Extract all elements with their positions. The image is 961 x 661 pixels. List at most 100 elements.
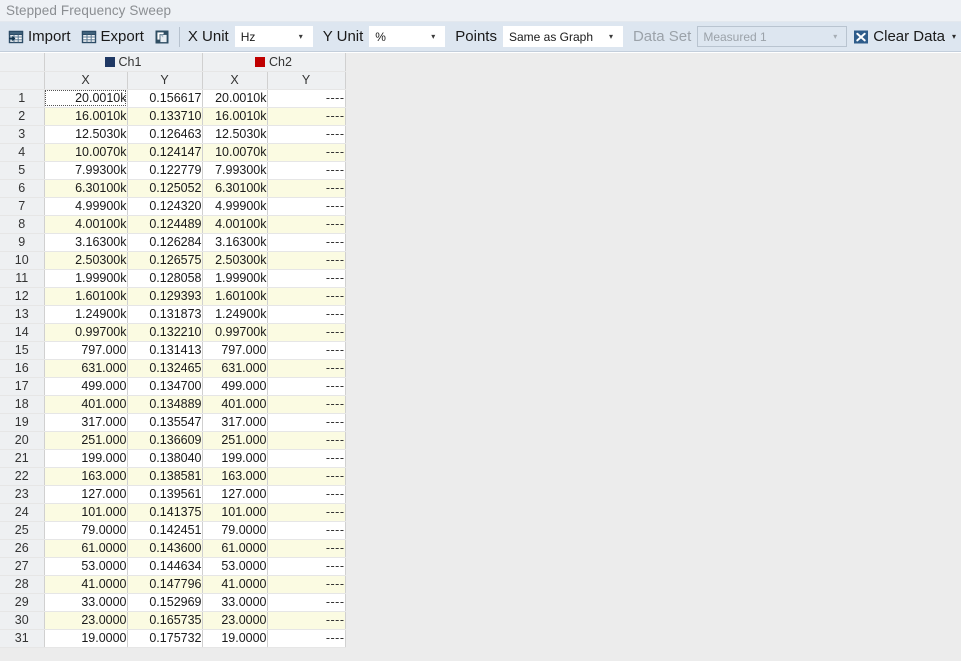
cell-ch1-x[interactable]: 127.000 [44, 485, 128, 504]
row-number-cell[interactable]: 11 [0, 269, 45, 288]
cell-ch2-x[interactable]: 23.0000 [202, 611, 268, 630]
table-row[interactable]: 3 12.5030k 0.126463 12.5030k ---- [0, 125, 346, 144]
cell-ch1-y[interactable]: 0.133710 [127, 107, 203, 126]
cell-ch1-y[interactable]: 0.156617 [127, 89, 203, 108]
table-row[interactable]: 12 1.60100k 0.129393 1.60100k ---- [0, 287, 346, 306]
cell-ch1-x[interactable]: 20.0010k [44, 89, 128, 108]
cell-ch1-y[interactable]: 0.126284 [127, 233, 203, 252]
table-row[interactable]: 11 1.99900k 0.128058 1.99900k ---- [0, 269, 346, 288]
row-number-cell[interactable]: 4 [0, 143, 45, 162]
import-button[interactable]: Import [3, 24, 76, 50]
table-row[interactable]: 15 797.000 0.131413 797.000 ---- [0, 341, 346, 360]
cell-ch2-x[interactable]: 3.16300k [202, 233, 268, 252]
cell-ch1-y[interactable]: 0.142451 [127, 521, 203, 540]
cell-ch2-y[interactable]: ---- [267, 197, 346, 216]
cell-ch1-y[interactable]: 0.129393 [127, 287, 203, 306]
cell-ch2-x[interactable]: 163.000 [202, 467, 268, 486]
cell-ch2-y[interactable]: ---- [267, 629, 346, 648]
table-row[interactable]: 27 53.0000 0.144634 53.0000 ---- [0, 557, 346, 576]
row-number-cell[interactable]: 26 [0, 539, 45, 558]
table-row[interactable]: 29 33.0000 0.152969 33.0000 ---- [0, 593, 346, 612]
cell-ch2-y[interactable]: ---- [267, 521, 346, 540]
cell-ch2-y[interactable]: ---- [267, 233, 346, 252]
cell-ch1-y[interactable]: 0.165735 [127, 611, 203, 630]
row-number-cell[interactable]: 23 [0, 485, 45, 504]
table-row[interactable]: 31 19.0000 0.175732 19.0000 ---- [0, 629, 346, 648]
table-row[interactable]: 24 101.000 0.141375 101.000 ---- [0, 503, 346, 522]
row-number-cell[interactable]: 12 [0, 287, 45, 306]
cell-ch2-y[interactable]: ---- [267, 359, 346, 378]
cell-ch2-x[interactable]: 199.000 [202, 449, 268, 468]
cell-ch2-y[interactable]: ---- [267, 539, 346, 558]
cell-ch1-y[interactable]: 0.136609 [127, 431, 203, 450]
cell-ch1-y[interactable]: 0.132465 [127, 359, 203, 378]
cell-ch1-x[interactable]: 33.0000 [44, 593, 128, 612]
row-number-cell[interactable]: 3 [0, 125, 45, 144]
table-row[interactable]: 16 631.000 0.132465 631.000 ---- [0, 359, 346, 378]
cell-ch1-y[interactable]: 0.143600 [127, 539, 203, 558]
table-row[interactable]: 10 2.50300k 0.126575 2.50300k ---- [0, 251, 346, 270]
cell-ch2-y[interactable]: ---- [267, 215, 346, 234]
cell-ch2-x[interactable]: 4.99900k [202, 197, 268, 216]
cell-ch2-y[interactable]: ---- [267, 107, 346, 126]
table-row[interactable]: 14 0.99700k 0.132210 0.99700k ---- [0, 323, 346, 342]
table-row[interactable]: 7 4.99900k 0.124320 4.99900k ---- [0, 197, 346, 216]
table-row[interactable]: 18 401.000 0.134889 401.000 ---- [0, 395, 346, 414]
row-number-cell[interactable]: 21 [0, 449, 45, 468]
cell-ch1-y[interactable]: 0.131873 [127, 305, 203, 324]
cell-ch1-x[interactable]: 12.5030k [44, 125, 128, 144]
table-row[interactable]: 25 79.0000 0.142451 79.0000 ---- [0, 521, 346, 540]
table-row[interactable]: 30 23.0000 0.165735 23.0000 ---- [0, 611, 346, 630]
cell-ch1-x[interactable]: 101.000 [44, 503, 128, 522]
cell-ch1-x[interactable]: 1.60100k [44, 287, 128, 306]
cell-ch1-x[interactable]: 797.000 [44, 341, 128, 360]
cell-ch2-x[interactable]: 631.000 [202, 359, 268, 378]
cell-ch2-y[interactable]: ---- [267, 593, 346, 612]
cell-ch2-x[interactable]: 1.99900k [202, 269, 268, 288]
row-number-cell[interactable]: 24 [0, 503, 45, 522]
cell-ch1-y[interactable]: 0.134889 [127, 395, 203, 414]
cell-ch1-x[interactable]: 61.0000 [44, 539, 128, 558]
cell-ch1-x[interactable]: 2.50300k [44, 251, 128, 270]
table-row[interactable]: 28 41.0000 0.147796 41.0000 ---- [0, 575, 346, 594]
row-number-cell[interactable]: 25 [0, 521, 45, 540]
cell-ch2-y[interactable]: ---- [267, 467, 346, 486]
row-number-cell[interactable]: 2 [0, 107, 45, 126]
cell-ch1-x[interactable]: 4.00100k [44, 215, 128, 234]
cell-ch2-y[interactable]: ---- [267, 287, 346, 306]
row-number-cell[interactable]: 17 [0, 377, 45, 396]
cell-ch2-x[interactable]: 4.00100k [202, 215, 268, 234]
cell-ch2-y[interactable]: ---- [267, 611, 346, 630]
cell-ch2-x[interactable]: 16.0010k [202, 107, 268, 126]
cell-ch1-x[interactable]: 79.0000 [44, 521, 128, 540]
cell-ch1-x[interactable]: 7.99300k [44, 161, 128, 180]
row-number-cell[interactable]: 19 [0, 413, 45, 432]
row-number-cell[interactable]: 30 [0, 611, 45, 630]
row-number-cell[interactable]: 5 [0, 161, 45, 180]
row-number-cell[interactable]: 28 [0, 575, 45, 594]
cell-ch1-x[interactable]: 401.000 [44, 395, 128, 414]
cell-ch1-x[interactable]: 23.0000 [44, 611, 128, 630]
cell-ch1-y[interactable]: 0.175732 [127, 629, 203, 648]
cell-ch2-y[interactable]: ---- [267, 323, 346, 342]
cell-ch2-x[interactable]: 401.000 [202, 395, 268, 414]
table-row[interactable]: 20 251.000 0.136609 251.000 ---- [0, 431, 346, 450]
row-number-cell[interactable]: 18 [0, 395, 45, 414]
cell-ch1-x[interactable]: 41.0000 [44, 575, 128, 594]
row-number-cell[interactable]: 7 [0, 197, 45, 216]
cell-ch2-x[interactable]: 19.0000 [202, 629, 268, 648]
column-header-ch2-x[interactable]: X [202, 71, 268, 90]
cell-ch2-x[interactable]: 61.0000 [202, 539, 268, 558]
cell-ch2-y[interactable]: ---- [267, 179, 346, 198]
y-unit-combobox[interactable]: % ▾ [369, 26, 446, 47]
cell-ch1-y[interactable]: 0.126463 [127, 125, 203, 144]
chevron-down-icon[interactable]: ▾ [603, 32, 622, 41]
cell-ch2-x[interactable]: 797.000 [202, 341, 268, 360]
cell-ch2-x[interactable]: 499.000 [202, 377, 268, 396]
cell-ch2-x[interactable]: 20.0010k [202, 89, 268, 108]
row-number-cell[interactable]: 31 [0, 629, 45, 648]
cell-ch2-x[interactable]: 10.0070k [202, 143, 268, 162]
cell-ch1-x[interactable]: 317.000 [44, 413, 128, 432]
cell-ch2-x[interactable]: 53.0000 [202, 557, 268, 576]
cell-ch1-x[interactable]: 19.0000 [44, 629, 128, 648]
